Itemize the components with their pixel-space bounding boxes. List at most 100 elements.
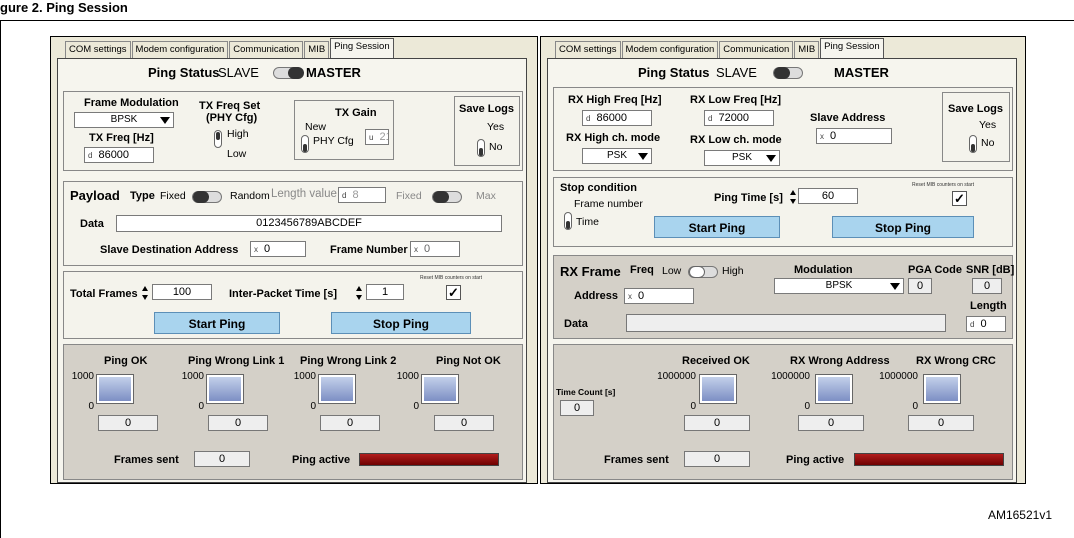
rx-wrong-crc-max: 1000000	[879, 371, 918, 382]
slave-dest-label: Slave Destination Address	[100, 244, 239, 256]
length-label: Length	[970, 300, 1007, 312]
tx-gain-group: TX Gain New PHY Cfg u21	[294, 100, 394, 160]
freq-low-label: Low	[662, 265, 682, 277]
tx-freq-label: TX Freq [Hz]	[89, 132, 154, 144]
reset-mib-checkbox[interactable]: ✓	[952, 191, 967, 206]
master-label: MASTER	[834, 65, 889, 80]
snr-label: SNR [dB]	[966, 264, 1015, 276]
tab-mib[interactable]: MIB	[304, 41, 330, 59]
rx-high-mode-select[interactable]: PSK	[582, 148, 652, 164]
rx-wrong-address-min: 0	[804, 401, 810, 412]
tab-com-settings[interactable]: COM settings	[555, 41, 621, 59]
low-label: Low	[227, 148, 247, 160]
length-input[interactable]: d8	[338, 187, 386, 203]
frames-sent-value: 0	[194, 451, 250, 467]
ping-not-ok-value: 0	[434, 415, 494, 431]
frames-sent-label: Frames sent	[114, 454, 179, 466]
new-label: New	[305, 121, 327, 133]
ping-ok-label: Ping OK	[104, 355, 148, 367]
save-logs-label: Save Logs	[459, 103, 515, 115]
rx-high-freq-input[interactable]: d 86000	[582, 110, 652, 126]
tab-mib[interactable]: MIB	[794, 41, 820, 59]
ping-status-label: Ping Status	[148, 65, 220, 80]
ping-not-ok-tank	[422, 375, 458, 403]
start-ping-button[interactable]: Start Ping	[654, 216, 780, 238]
inter-packet-spinner[interactable]	[356, 286, 362, 300]
tab-communication[interactable]: Communication	[229, 41, 304, 59]
slave-dest-input[interactable]: x0	[250, 241, 306, 257]
address-label: Address	[574, 290, 619, 302]
modulation-label: Modulation	[794, 264, 853, 276]
modulation-select[interactable]: BPSK	[774, 278, 904, 294]
save-logs-toggle[interactable]	[477, 139, 485, 157]
stop-ping-button[interactable]: Stop Ping	[331, 312, 471, 334]
tab-modem-configuration[interactable]: Modem configuration	[131, 41, 229, 59]
total-frames-input[interactable]: 100	[152, 284, 212, 300]
rx-low-mode-select[interactable]: PSK	[704, 150, 780, 166]
total-frames-label: Total Frames	[70, 288, 138, 300]
stop-condition-toggle[interactable]	[564, 212, 572, 230]
modulation-select[interactable]: BPSK	[74, 112, 174, 128]
tab-com-settings[interactable]: COM settings	[65, 41, 131, 59]
stop-condition-group: Stop condition Frame number Time Ping Ti…	[553, 177, 1013, 247]
data-input[interactable]: 0123456789ABCDEF	[116, 215, 502, 232]
frame-number-label: Frame number	[574, 198, 643, 210]
freq-toggle[interactable]	[688, 266, 718, 278]
save-logs-group: Save Logs Yes No	[454, 96, 520, 166]
slave-address-input[interactable]: x0	[816, 128, 892, 144]
tx-freq-input[interactable]: d 86000	[84, 147, 154, 163]
right-window: COM settings Modem configuration Communi…	[540, 36, 1026, 484]
yes-label: Yes	[979, 119, 997, 131]
ping-wrong-link1-min: 0	[198, 401, 204, 412]
ping-not-ok-label: Ping Not OK	[436, 355, 501, 367]
tab-bar: COM settings Modem configuration Communi…	[555, 37, 885, 59]
ping-time-input[interactable]: 60	[798, 188, 858, 204]
type-toggle[interactable]	[192, 191, 222, 203]
received-ok-label: Received OK	[682, 355, 750, 367]
rx-wrong-address-tank	[816, 375, 852, 403]
rx-frame-label: RX Frame	[560, 264, 621, 279]
ping-wrong-link1-max: 1000	[181, 371, 204, 382]
gain-toggle[interactable]	[301, 135, 309, 153]
rx-config-group: RX High Freq [Hz] d 86000 RX Low Freq [Hz…	[553, 87, 1013, 171]
slave-label: SLAVE	[716, 65, 757, 80]
ping-ok-min: 0	[88, 401, 94, 412]
frame-number-input[interactable]: x0	[410, 241, 460, 257]
max-label: Max	[476, 190, 496, 202]
pga-code-value: 0	[908, 278, 932, 294]
counters-group: Ping OK 1000 0 0 Ping Wrong Link 1 1000 …	[63, 344, 523, 480]
tx-config-group: Frame Modulation BPSK TX Freq [Hz] d 8600…	[63, 91, 523, 171]
no-label: No	[981, 137, 995, 149]
slave-label: SLAVE	[218, 65, 259, 80]
ping-time-spinner[interactable]	[790, 190, 796, 204]
figure-border	[0, 20, 1, 538]
tab-communication[interactable]: Communication	[719, 41, 794, 59]
tab-ping-session[interactable]: Ping Session	[330, 38, 394, 59]
length-toggle[interactable]	[432, 191, 462, 203]
role-toggle[interactable]	[273, 67, 304, 79]
gain-input[interactable]: u21	[365, 129, 389, 145]
stop-condition-label: Stop condition	[560, 182, 637, 194]
inter-packet-input[interactable]: 1	[366, 284, 404, 300]
slave-address-label: Slave Address	[810, 112, 886, 124]
reset-mib-label: Reset MIB counters on start	[912, 182, 974, 188]
ping-active-label: Ping active	[292, 454, 351, 466]
save-logs-toggle[interactable]	[969, 135, 977, 153]
stop-ping-button[interactable]: Stop Ping	[832, 216, 974, 238]
tab-bar: COM settings Modem configuration Communi…	[65, 37, 395, 59]
start-ping-button[interactable]: Start Ping	[154, 312, 280, 334]
ping-active-led	[359, 453, 499, 466]
freq-high-label: High	[722, 265, 744, 277]
reset-mib-checkbox[interactable]: ✓	[446, 285, 461, 300]
rx-low-freq-input[interactable]: d 72000	[704, 110, 774, 126]
ping-ok-max: 1000	[71, 371, 94, 382]
rx-wrong-crc-tank	[924, 375, 960, 403]
snr-value: 0	[972, 278, 1002, 294]
role-toggle[interactable]	[773, 67, 803, 79]
tab-modem-configuration[interactable]: Modem configuration	[621, 41, 719, 59]
tx-freq-set-label: TX Freq Set	[199, 100, 261, 112]
total-frames-spinner[interactable]	[142, 286, 148, 300]
ping-wrong-link1-label: Ping Wrong Link 1	[188, 355, 285, 367]
tx-freq-toggle[interactable]	[214, 130, 222, 148]
tab-ping-session[interactable]: Ping Session	[820, 38, 884, 59]
